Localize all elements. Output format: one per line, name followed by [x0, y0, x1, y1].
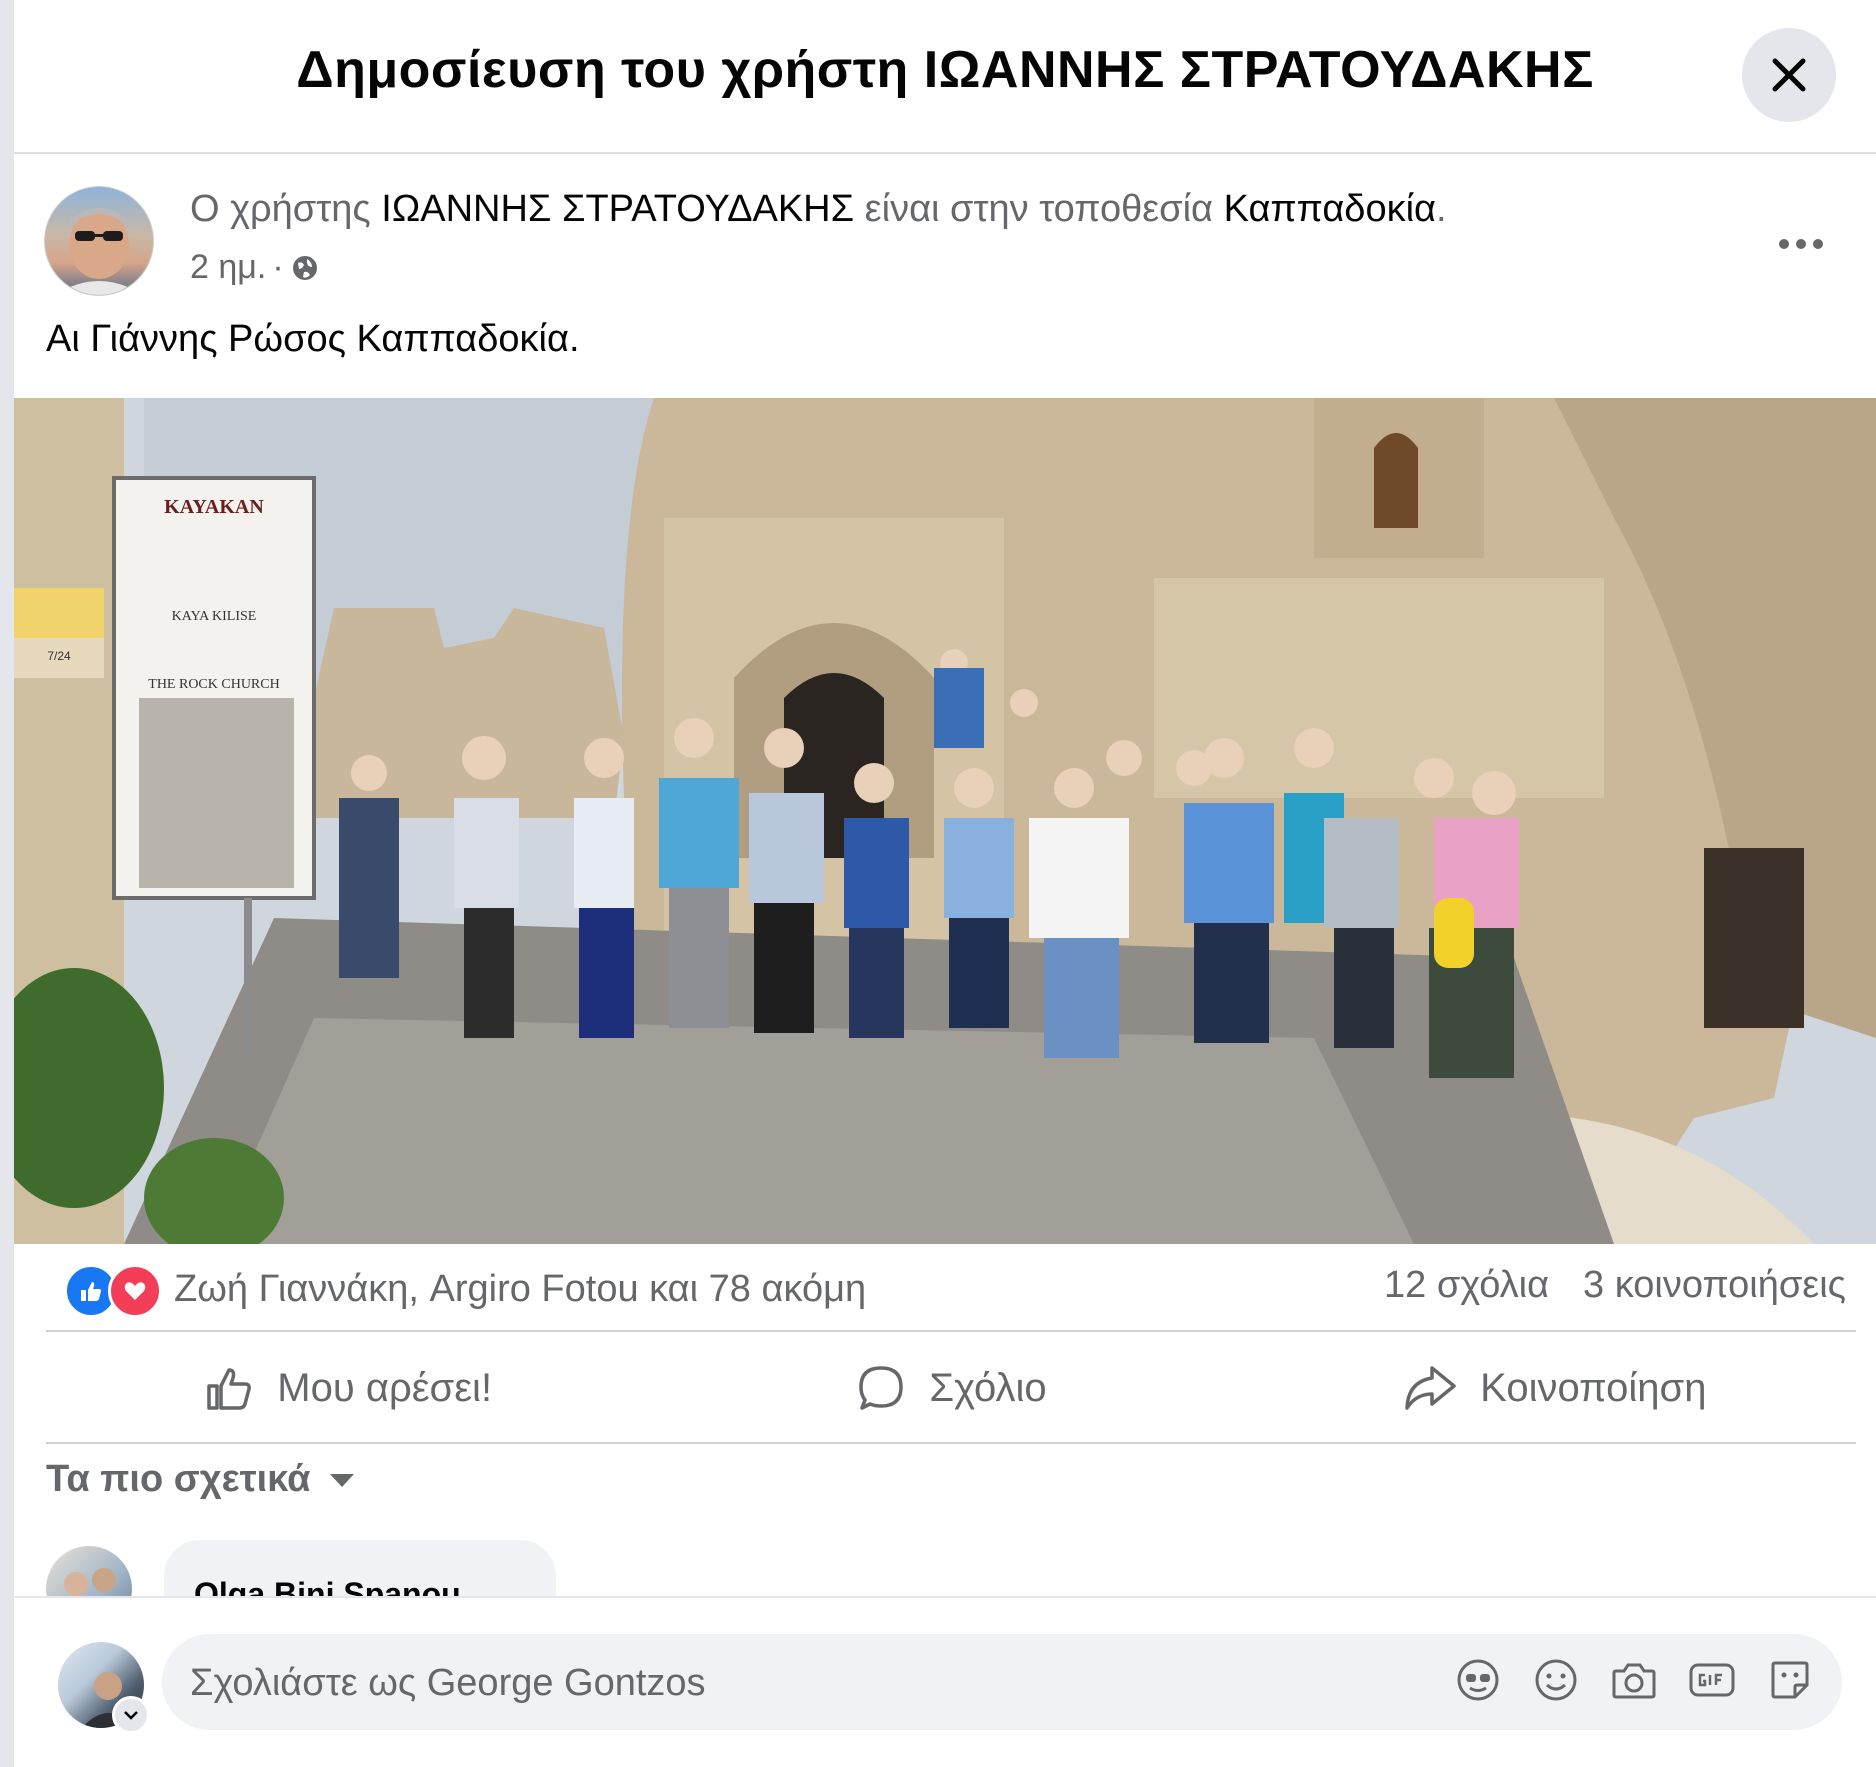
headline-prefix: Ο χρήστης: [190, 188, 382, 230]
comment-input[interactable]: Σχολιάστε ως George Gontzos: [162, 1634, 1842, 1730]
author-name-link[interactable]: ΙΩΑΝΝΗΣ ΣΤΡΑΤΟΥΔΑΚΗΣ: [381, 188, 854, 230]
author-avatar[interactable]: [44, 186, 154, 296]
share-label: Κοινοποίηση: [1480, 1365, 1707, 1410]
comment-placeholder: Σχολιάστε ως George Gontzos: [190, 1662, 706, 1704]
location-link[interactable]: Καππαδοκία: [1224, 188, 1436, 230]
comment-label: Σχόλιο: [929, 1365, 1047, 1410]
reactions-text[interactable]: Ζωή Γιαννάκη, Argiro Fotou και 78 ακόμη: [174, 1268, 866, 1311]
post-actions: Μου αρέσει! Σχόλιο Κοινοποίηση: [46, 1336, 1856, 1440]
post-photo[interactable]: KAYAKAN KAYA KILISE THE ROCK CHURCH 7/24: [14, 398, 1876, 1244]
more-options-button[interactable]: [1766, 214, 1836, 274]
gif-button[interactable]: [1686, 1654, 1738, 1706]
dialog-header: Δημοσίευση του χρήστη ΙΩΑΝΝΗΣ ΣΤΡΑΤΟΥΔΑΚ…: [14, 0, 1876, 154]
close-icon: [1772, 58, 1806, 92]
close-button[interactable]: [1742, 28, 1836, 122]
like-label: Μου αρέσει!: [277, 1365, 493, 1410]
share-arrow-icon: [1405, 1366, 1456, 1410]
gif-icon: [1689, 1663, 1735, 1697]
shares-count[interactable]: 3 κοινοποιήσεις: [1583, 1264, 1846, 1307]
caret-down-icon: [330, 1473, 355, 1487]
sticker-icon: [1771, 1661, 1809, 1699]
globe-icon: [292, 255, 317, 280]
meta-separator: ·: [272, 248, 284, 286]
chevron-down-icon: [124, 1711, 138, 1720]
avatar-sticker-button[interactable]: [1452, 1654, 1504, 1706]
share-button[interactable]: Κοινοποίηση: [1253, 1336, 1856, 1440]
photo-scene: KAYAKAN KAYA KILISE THE ROCK CHURCH 7/24: [14, 398, 1876, 1244]
sign-title: KAYA KILISE: [172, 609, 257, 624]
headline-period: .: [1436, 188, 1447, 230]
camera-icon: [1612, 1663, 1656, 1699]
post-header: Ο χρήστης ΙΩΑΝΝΗΣ ΣΤΡΑΤΟΥΔΑΚΗΣ είναι στη…: [44, 186, 1834, 296]
profile-switch-badge[interactable]: [112, 1696, 150, 1734]
author-avatar-image: [55, 208, 143, 295]
sticker-button[interactable]: [1764, 1654, 1816, 1706]
avatar-sticker-icon: [1457, 1659, 1499, 1701]
actions-divider: [46, 1442, 1856, 1444]
emoji-button[interactable]: [1530, 1654, 1582, 1706]
composer-tools: [1452, 1654, 1816, 1706]
sign-brand: KAYAKAN: [164, 496, 264, 518]
post-dialog: Δημοσίευση του χρήστη ΙΩΑΝΝΗΣ ΣΤΡΑΤΟΥΔΑΚ…: [14, 0, 1876, 1767]
post-time[interactable]: 2 ημ.: [190, 248, 266, 287]
more-dots-icon: [1779, 239, 1823, 249]
sign-subtitle: THE ROCK CHURCH: [148, 677, 279, 692]
post-text: Αι Γιάννης Ρώσος Καππαδοκία.: [46, 318, 580, 360]
comment-bubble-icon: [859, 1366, 904, 1410]
comment-button[interactable]: Σχόλιο: [649, 1336, 1252, 1440]
post-headline: Ο χρήστης ΙΩΑΝΝΗΣ ΣΤΡΑΤΟΥΔΑΚΗΣ είναι στη…: [190, 188, 1447, 231]
emoji-smile-icon: [1535, 1659, 1577, 1701]
engagement-counts: 12 σχόλια 3 κοινοποιήσεις: [1384, 1264, 1846, 1307]
photo-attach-button[interactable]: [1608, 1654, 1660, 1706]
current-user-avatar[interactable]: [58, 1642, 150, 1734]
reactions-summary[interactable]: [64, 1264, 162, 1318]
like-button[interactable]: Μου αρέσει!: [46, 1336, 649, 1440]
post-meta: 2 ημ. ·: [190, 248, 320, 287]
comment-composer: Σχολιάστε ως George Gontzos: [14, 1596, 1876, 1767]
comment-sort-dropdown[interactable]: Τα πιο σχετικά: [46, 1458, 356, 1501]
dialog-title: Δημοσίευση του χρήστη ΙΩΑΝΝΗΣ ΣΤΡΑΤΟΥΔΑΚ…: [296, 41, 1594, 99]
post-stats: Ζωή Γιαννάκη, Argiro Fotou και 78 ακόμη …: [44, 1260, 1874, 1318]
thumbs-up-icon: [207, 1368, 252, 1410]
stats-divider: [46, 1330, 1856, 1332]
comments-count[interactable]: 12 σχόλια: [1384, 1264, 1549, 1307]
sort-label: Τα πιο σχετικά: [46, 1458, 311, 1500]
sign-number: 7/24: [47, 649, 71, 663]
love-reaction-icon: [108, 1264, 162, 1318]
location-prefix: είναι στην τοποθεσία: [854, 188, 1224, 230]
